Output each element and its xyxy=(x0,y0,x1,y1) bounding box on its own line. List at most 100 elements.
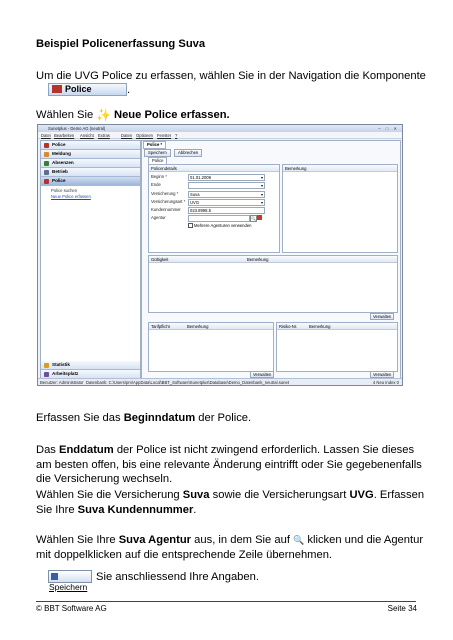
validity-grid-header: Gültigkeit Bemerkung xyxy=(149,256,397,263)
component-label: Police xyxy=(65,84,92,94)
text-bold: Suva Kundennummer xyxy=(77,503,194,516)
text-bold: UVG xyxy=(349,489,374,501)
menu-datei[interactable]: Datei xyxy=(41,133,51,138)
nav-statistik[interactable]: Statistik xyxy=(41,361,140,370)
instruction-paragraph-4: Das Enddatum der Police ist nicht zwinge… xyxy=(36,443,426,487)
instruction-paragraph-5: Wählen Sie die Versicherung Suva sowie d… xyxy=(36,488,426,517)
details-header: Policendetails xyxy=(149,165,279,172)
col-tarifpflicht[interactable]: Tarifpflicht xyxy=(151,324,170,329)
nav-label: Police xyxy=(52,142,66,147)
nav-label: Meldung xyxy=(52,151,71,156)
status-bar: Benutzer: Administrator Datenbank: C:\Us… xyxy=(38,378,402,385)
instruction-paragraph-3: Erfassen Sie das Beginndatum der Police. xyxy=(36,411,251,426)
nav-label: Absenzen xyxy=(52,160,74,165)
instruction-paragraph-2: Wählen Sie xyxy=(36,109,94,121)
report-icon xyxy=(44,151,49,157)
footer-page-number: Seite 34 xyxy=(387,604,417,613)
versicherung-label: Versicherung * xyxy=(151,191,179,196)
application-screenshot: Sunetplus - Demo AG (neutral) – □ ✕ Date… xyxy=(37,124,403,386)
policy-details-pane: Policendetails Beginn * 01.01.2009 Ende … xyxy=(148,164,280,253)
delete-icon[interactable] xyxy=(257,215,262,220)
instruction-text: Um die UVG Police zu erfassen, wählen Si… xyxy=(36,70,426,82)
nav-betrieb[interactable]: Betrieb xyxy=(41,168,140,177)
save-toolbar-button[interactable]: Speichern xyxy=(144,149,171,157)
ende-field[interactable] xyxy=(188,182,265,189)
nav-police-header[interactable]: Police xyxy=(41,141,140,150)
nav-police-new[interactable]: Neue Police erfassen xyxy=(51,194,91,199)
menu-ansicht[interactable]: Ansicht xyxy=(80,133,94,138)
kundennummer-field[interactable]: 023.8998.5 xyxy=(188,207,265,214)
validity-grid: Gültigkeit Bemerkung xyxy=(148,255,398,313)
bemerkung-header: Bemerkung xyxy=(283,165,397,172)
page-title: Beispiel Policenerfassung Suva xyxy=(36,38,206,50)
agentur-field[interactable] xyxy=(188,215,250,222)
bemerkung-header-label: Bemerkung xyxy=(285,165,307,171)
risk-grid-header: Risiko-Nr. Bemerkung xyxy=(277,323,397,330)
versicherung-select[interactable]: Suva xyxy=(188,191,265,198)
menubar: Datei Bearbeiten Ansicht Extras Daten Op… xyxy=(38,132,402,139)
text-bold: Beginndatum xyxy=(123,412,196,424)
cancel-toolbar-button[interactable]: Abbrechen xyxy=(174,149,203,157)
text: der Police. xyxy=(195,412,252,424)
tab-police[interactable]: Police * xyxy=(143,141,167,149)
nav-absenzen[interactable]: Absenzen xyxy=(41,159,140,168)
nav-label: Betrieb xyxy=(52,169,68,174)
instruction-paragraph-6: Wählen Sie Ihre Suva Agentur aus, in dem… xyxy=(36,533,431,562)
nav-label: Police xyxy=(52,178,66,183)
agentur-label: Agentur xyxy=(151,215,166,220)
main-panel: Police * Speichern Abbrechen Police Poli… xyxy=(141,140,401,380)
police-icon xyxy=(44,142,49,148)
risk-grid: Risiko-Nr. Bemerkung xyxy=(276,322,398,372)
tariff-grid: Tarifpflicht Bemerkung xyxy=(148,322,274,372)
ende-label: Ende xyxy=(151,182,161,187)
multiple-agencies-checkbox[interactable] xyxy=(188,223,193,228)
statistics-icon xyxy=(44,362,49,368)
search-icon[interactable]: 🔍 xyxy=(250,215,257,222)
text: aus, in dem Sie auf xyxy=(191,534,294,546)
menu-fenster[interactable]: Fenster xyxy=(157,133,171,138)
manage-validity-button[interactable]: Verwalten xyxy=(370,313,395,320)
menu-daten[interactable]: Daten xyxy=(121,133,132,138)
col-bemerkung[interactable]: Bemerkung xyxy=(247,257,268,262)
police-icon xyxy=(44,178,49,184)
nav-police[interactable]: Police xyxy=(41,177,140,186)
text-bold: Suva xyxy=(182,489,210,501)
text: Das xyxy=(36,444,60,456)
new-police-label: Neue Police erfassen. xyxy=(114,109,230,121)
workspace-icon xyxy=(44,371,49,377)
nav-meldung[interactable]: Meldung xyxy=(41,150,140,159)
kundennummer-value: 023.8998.5 xyxy=(190,208,211,213)
col-bemerkung[interactable]: Bemerkung xyxy=(309,324,330,329)
beginn-field[interactable]: 01.01.2009 xyxy=(188,174,265,181)
text: sowie die Versicherungsart xyxy=(209,489,350,501)
nav-label: Arbeitsplatz xyxy=(52,371,79,376)
versicherung-value: Suva xyxy=(190,192,200,197)
police-icon xyxy=(52,85,62,93)
col-bemerkung[interactable]: Bemerkung xyxy=(187,324,208,329)
save-button-label: Speichern xyxy=(49,582,88,592)
save-button-image: Speichern xyxy=(48,570,92,592)
nav-label: Statistik xyxy=(52,362,70,367)
menu-bearbeiten[interactable]: Bearbeiten xyxy=(54,133,74,138)
versicherungsart-select[interactable]: UVG xyxy=(188,199,265,206)
col-risiko-nr[interactable]: Risiko-Nr. xyxy=(279,324,297,329)
bemerkung-pane: Bemerkung xyxy=(282,164,398,253)
tariff-grid-header: Tarifpflicht Bemerkung xyxy=(149,323,273,330)
navigation-panel: Police Meldung Absenzen Betrieb Police P… xyxy=(40,140,141,380)
company-icon xyxy=(44,169,49,175)
col-gueltigkeit[interactable]: Gültigkeit xyxy=(151,257,168,262)
nav-police-search[interactable]: Police suchen xyxy=(51,188,77,193)
beginn-label: Beginn * xyxy=(151,174,167,179)
menu-optionen[interactable]: Optionen xyxy=(136,133,153,138)
manage-tariff-button[interactable]: Verwalten xyxy=(250,371,275,378)
text-bold: Suva Agentur xyxy=(118,534,192,546)
manage-risk-button[interactable]: Verwalten xyxy=(370,371,395,378)
instruction-paragraph-7: Sie anschliessend Ihre Angaben. xyxy=(96,571,259,583)
window-controls[interactable]: – □ ✕ xyxy=(378,126,399,131)
footer-copyright: © BBT Software AG xyxy=(36,604,107,613)
text: Erfassen Sie das xyxy=(36,412,124,424)
menu-help[interactable]: ? xyxy=(175,133,177,138)
versicherungsart-label: Versicherungsart * xyxy=(151,199,186,204)
menu-extras[interactable]: Extras xyxy=(98,133,110,138)
period: . xyxy=(127,84,131,96)
